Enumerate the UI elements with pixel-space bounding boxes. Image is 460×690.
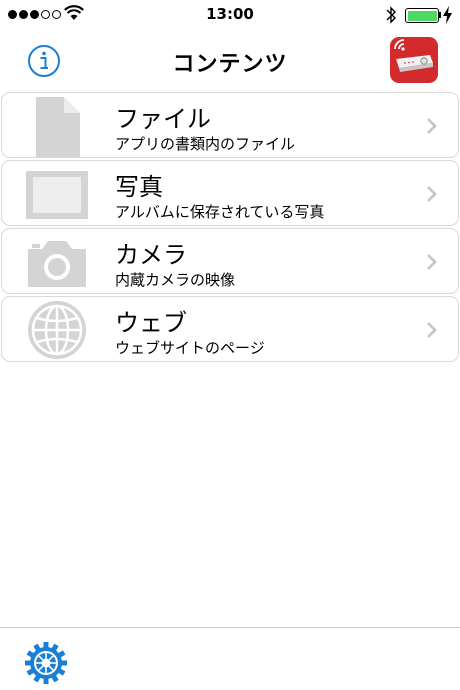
chevron-right-icon [427,254,437,270]
content-list: ファイル アプリの書類内のファイル 写真 アルバムに保存されている写真 カメラ … [0,92,460,364]
list-item-title: ウェブ [115,309,187,337]
list-item-subtitle: 内蔵カメラの映像 [115,271,236,289]
charging-bolt-icon [443,6,452,24]
list-item-subtitle: アルバムに保存されている写真 [115,203,325,221]
globe-icon [28,301,86,359]
battery-tip [439,12,441,18]
list-item-web[interactable]: ウェブ ウェブサイトのページ [1,296,459,362]
bottom-toolbar [0,627,460,690]
list-item-photos[interactable]: 写真 アルバムに保存されている写真 [1,160,459,226]
projector-app-icon [394,39,433,72]
camera-icon [28,241,86,287]
status-bar: 13:00 [0,0,460,30]
list-item-title: カメラ [115,241,187,269]
list-item-subtitle: アプリの書類内のファイル [115,135,296,153]
chevron-right-icon [427,118,437,134]
projector-app-button[interactable] [390,37,438,83]
gear-icon[interactable] [24,641,68,685]
list-item-title: 写真 [115,173,163,201]
bluetooth-icon [386,6,396,24]
list-item-title: ファイル [115,105,211,133]
list-item-file[interactable]: ファイル アプリの書類内のファイル [1,92,459,158]
chevron-right-icon [427,322,437,338]
photo-frame-icon [26,171,88,219]
screen: 13:00 コンテンツ ファイル アプリの書類内のファイル 写真 アルバムに保存… [0,0,460,690]
chevron-right-icon [427,186,437,202]
list-item-camera[interactable]: カメラ 内蔵カメラの映像 [1,228,459,294]
navigation-bar: コンテンツ [0,30,460,90]
battery-icon [405,8,439,23]
document-icon [36,97,80,157]
list-item-subtitle: ウェブサイトのページ [115,339,265,357]
battery-level [407,10,437,21]
